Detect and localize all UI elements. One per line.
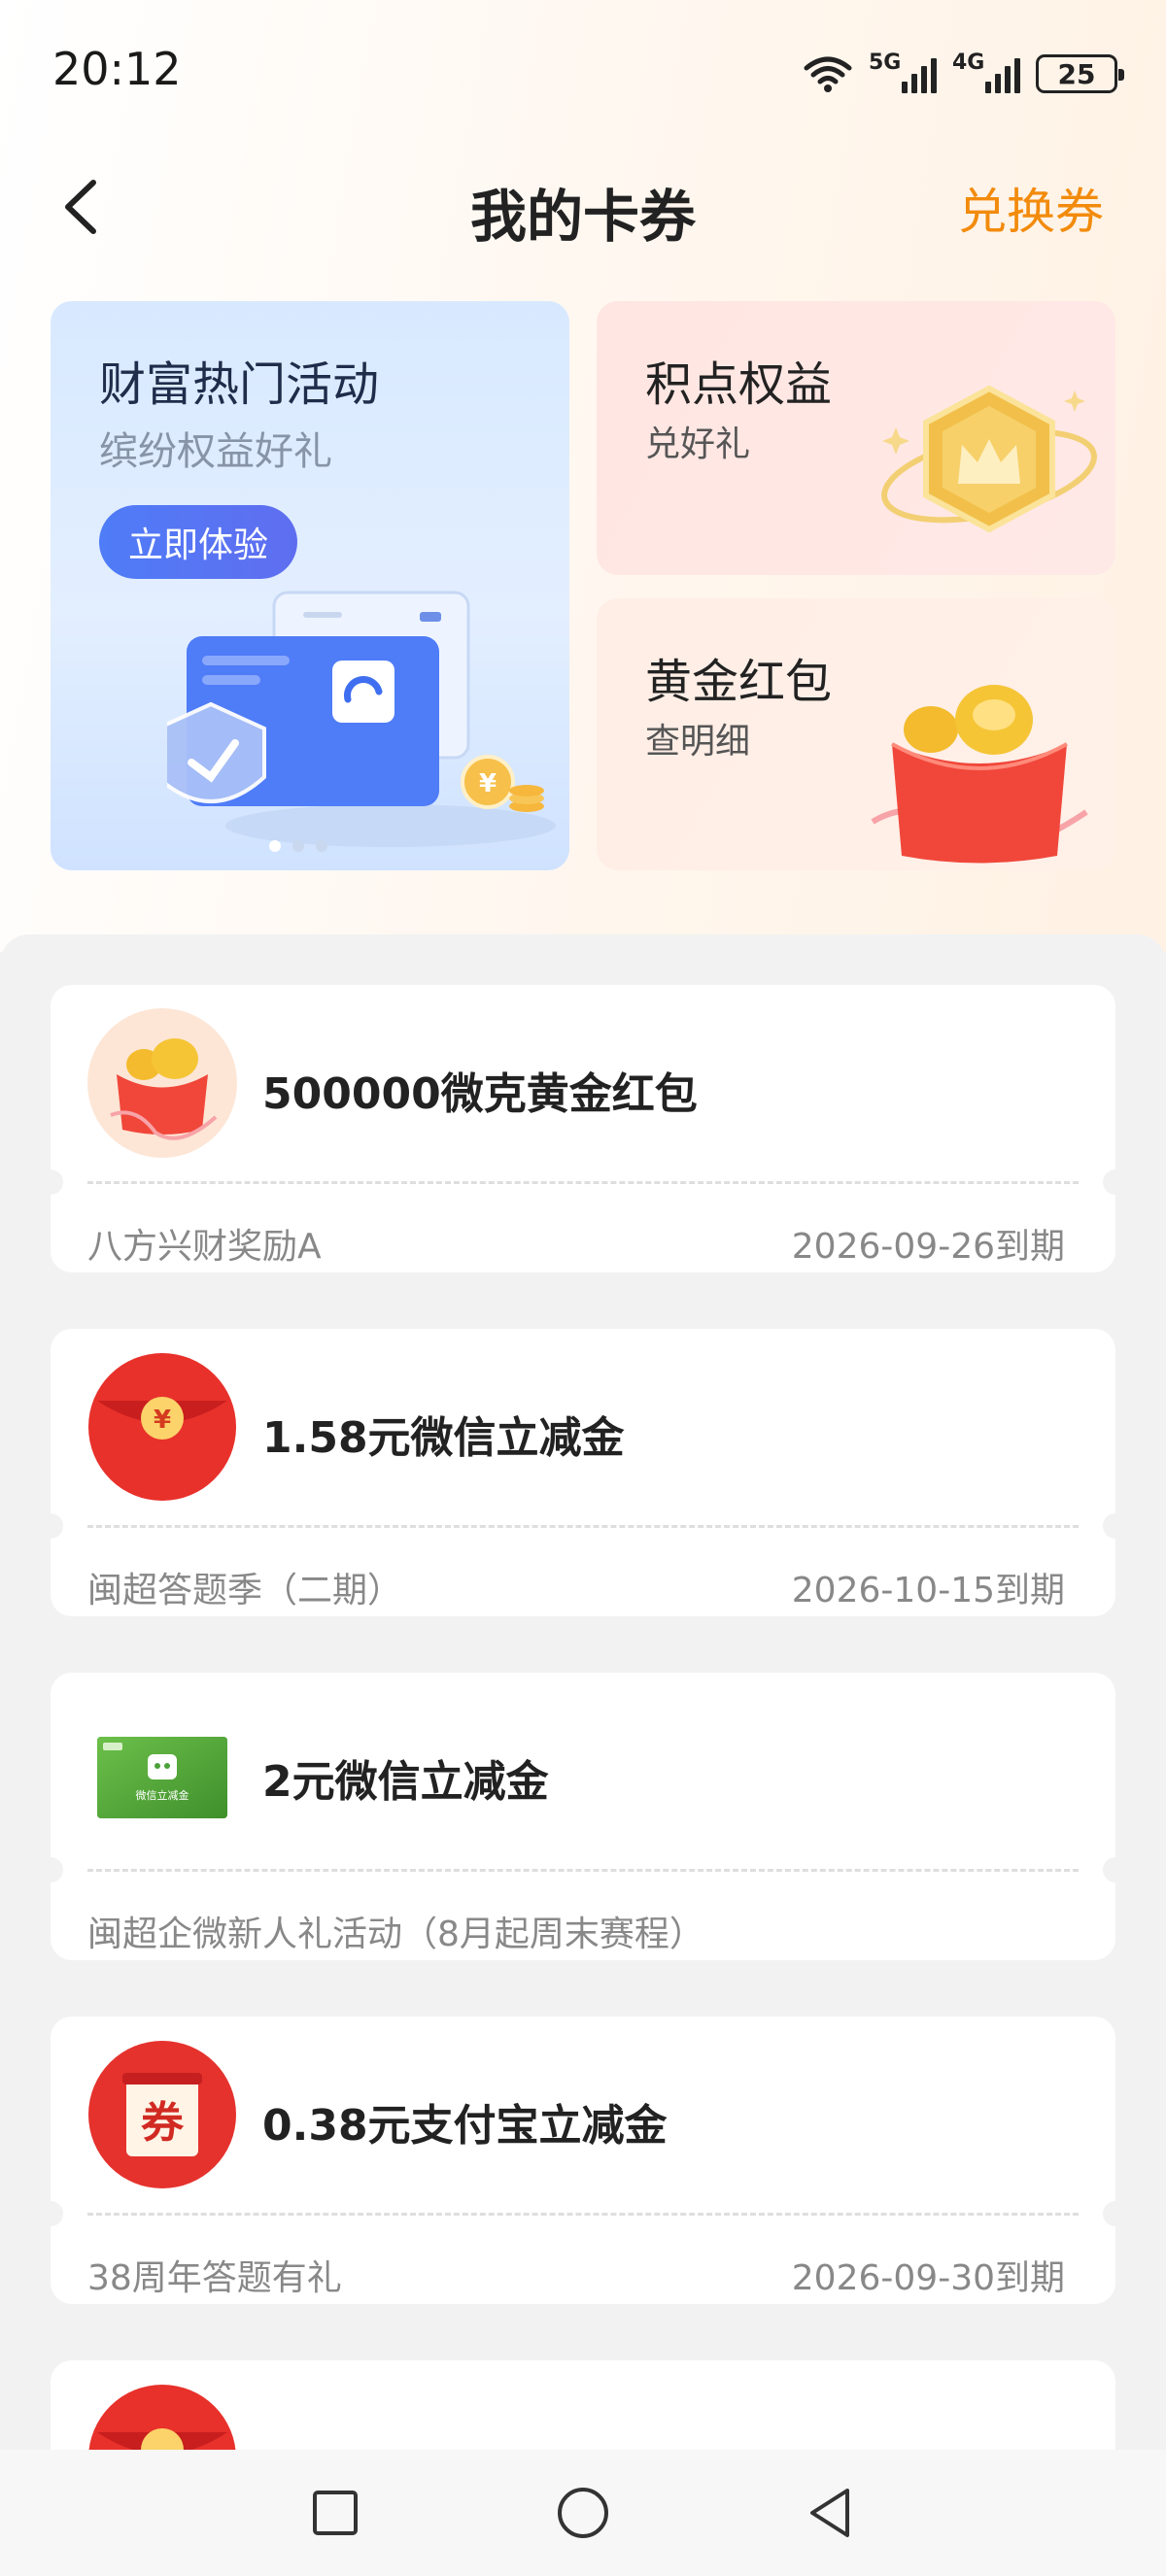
- status-bar: 20:12 5G 4G 25: [0, 0, 1166, 146]
- gold-red-envelope-icon: [871, 685, 1088, 864]
- coupon-notch: [1103, 1169, 1128, 1195]
- coupon-card[interactable]: 500000微克黄金红包 八方兴财奖励A 2026-09-26到期: [38, 985, 1128, 1272]
- coupon-divider: [87, 1181, 1079, 1184]
- coupon-stamp-icon: 券: [88, 2041, 236, 2188]
- pagination-dot: [316, 840, 327, 852]
- banner-pagination: [269, 840, 327, 852]
- coupon-notch: [38, 1513, 63, 1539]
- coupon-notch: [1103, 1513, 1128, 1539]
- gold-red-envelope-icon: [87, 1008, 237, 1158]
- signal-4g-icon: 4G: [952, 51, 1020, 93]
- crown-badge-icon: [881, 385, 1097, 533]
- gold-red-envelope-card[interactable]: 黄金红包 查明细: [597, 598, 1115, 870]
- try-now-button[interactable]: 立即体验: [99, 505, 297, 579]
- coupon-expiry: 2026-09-30到期: [791, 2258, 1065, 2298]
- system-nav-bar: [0, 2450, 1166, 2576]
- redeem-voucher-button[interactable]: 兑换券: [958, 173, 1104, 243]
- svg-text:¥: ¥: [479, 769, 497, 798]
- banner-title: 财富热门活动: [99, 357, 380, 412]
- coupon-expiry: 2026-09-26到期: [791, 1227, 1065, 1267]
- red-envelope-icon: ¥: [88, 1353, 236, 1501]
- wechat-voucher-icon-text: 微信立减金: [136, 1788, 189, 1802]
- coupon-source: 闽超企微新人礼活动（8月起周末赛程）: [87, 1915, 704, 1954]
- coupon-notch: [1103, 1857, 1128, 1882]
- coupon-source: 八方兴财奖励A: [87, 1227, 322, 1267]
- coupon-source: 38周年答题有礼: [87, 2258, 342, 2298]
- status-icons: 5G 4G 25: [803, 47, 1124, 101]
- coupon-notch: [38, 1857, 63, 1882]
- svg-text:¥: ¥: [154, 1406, 171, 1435]
- back-icon[interactable]: [797, 2479, 865, 2547]
- home-icon[interactable]: [549, 2479, 617, 2547]
- gold-red-envelope-title: 黄金红包: [645, 655, 833, 709]
- coupon-divider: [87, 1869, 1079, 1872]
- battery-icon: 25: [1036, 54, 1124, 93]
- nav-bar: 我的卡券 兑换券: [0, 146, 1166, 266]
- coupon-notch: [38, 1169, 63, 1195]
- battery-level: 25: [1057, 57, 1096, 90]
- wechat-voucher-icon: 微信立减金: [97, 1737, 227, 1818]
- coupon-divider: [87, 1525, 1079, 1528]
- signal-5g-icon: 5G: [869, 51, 937, 93]
- status-time: 20:12: [52, 43, 182, 95]
- wallet-shield-illustration: ¥: [167, 591, 556, 847]
- signal-4g-label: 4G: [952, 51, 985, 75]
- coupon-card[interactable]: 券 0.38元支付宝立减金 38周年答题有礼 2026-09-30到期: [38, 2017, 1128, 2304]
- signal-5g-label: 5G: [869, 51, 902, 75]
- coupon-name: 0.38元支付宝立减金: [262, 2101, 668, 2151]
- wifi-icon: [804, 56, 852, 92]
- coupon-stamp-icon-text: 券: [141, 2098, 185, 2148]
- coupon-name: 1.58元微信立减金: [262, 1413, 625, 1463]
- points-rights-card[interactable]: 积点权益 兑好礼: [597, 301, 1115, 575]
- points-rights-title: 积点权益: [645, 357, 833, 412]
- coupon-notch: [1103, 2201, 1128, 2226]
- coupon-source: 闽超答题季（二期）: [87, 1571, 403, 1610]
- coupon-card[interactable]: ¥ 1.58元微信立减金 闽超答题季（二期） 2026-10-15到期: [38, 1329, 1128, 1616]
- points-rights-subtitle: 兑好礼: [645, 424, 751, 464]
- banner-subtitle: 缤纷权益好礼: [99, 429, 332, 474]
- pagination-dot: [269, 840, 281, 852]
- coupon-name: 2元微信立减金: [262, 1757, 549, 1807]
- coupon-name: 500000微克黄金红包: [262, 1069, 698, 1119]
- coupon-card[interactable]: 微信立减金 2元微信立减金 闽超企微新人礼活动（8月起周末赛程）: [38, 1673, 1128, 1960]
- pagination-dot: [292, 840, 304, 852]
- coupon-notch: [38, 2201, 63, 2226]
- gold-red-envelope-subtitle: 查明细: [645, 722, 751, 762]
- recent-apps-icon[interactable]: [301, 2479, 369, 2547]
- coupon-expiry: 2026-10-15到期: [791, 1571, 1065, 1610]
- promo-banner[interactable]: 财富热门活动 缤纷权益好礼 立即体验 ¥: [51, 301, 569, 870]
- coupon-divider: [87, 2213, 1079, 2216]
